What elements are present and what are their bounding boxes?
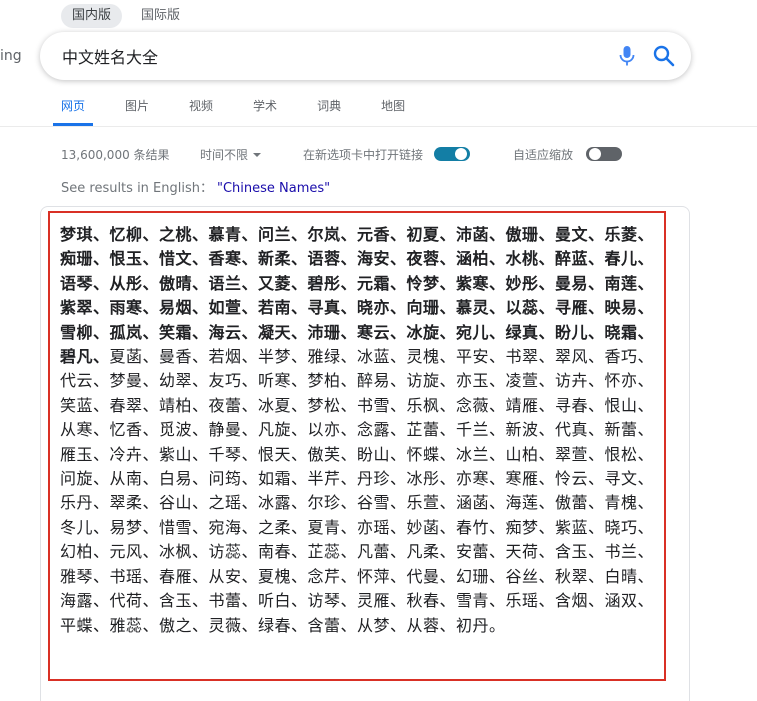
region-tabs: 国内版 国际版	[61, 4, 191, 28]
tab-dictionary[interactable]: 词典	[309, 89, 349, 126]
toggle-knob	[455, 148, 467, 160]
nav-divider	[0, 126, 757, 127]
answer-text: 梦琪、忆柳、之桃、慕青、问兰、尔岚、元香、初夏、沛菡、傲珊、曼文、乐菱、痴珊、恨…	[60, 223, 660, 638]
answer-normal-text: 夏菡、曼香、若烟、半梦、雅绿、冰蓝、灵槐、平安、书翠、翠风、香巧、代云、梦曼、幼…	[60, 347, 655, 635]
region-tab-international[interactable]: 国际版	[130, 4, 191, 28]
see-results-english: See results in English： "Chinese Names"	[61, 177, 330, 196]
logo[interactable]: ing	[0, 48, 22, 64]
result-count: 13,600,000 条结果	[61, 148, 170, 162]
adaptive-zoom-label: 自适应缩放	[513, 148, 574, 162]
tab-academic[interactable]: 学术	[245, 89, 285, 126]
tab-images[interactable]: 图片	[117, 89, 157, 126]
see-results-prefix: See results in English：	[61, 181, 213, 196]
search-nav: 网页 图片 视频 学术 词典 地图	[53, 89, 437, 126]
search-input[interactable]	[62, 46, 582, 65]
time-filter-label: 时间不限	[200, 148, 249, 162]
adaptive-zoom-toggle[interactable]	[586, 147, 622, 161]
time-filter-dropdown[interactable]: 时间不限	[200, 146, 262, 163]
search-box	[40, 32, 691, 80]
new-tab-toggle[interactable]	[434, 147, 470, 161]
microphone-icon[interactable]	[617, 45, 637, 67]
tab-web[interactable]: 网页	[53, 89, 94, 126]
answer-bold-text: 梦琪、忆柳、之桃、慕青、问兰、尔岚、元香、初夏、沛菡、傲珊、曼文、乐菱、痴珊、恨…	[60, 225, 655, 367]
caret-down-icon	[253, 153, 262, 157]
region-tab-domestic[interactable]: 国内版	[61, 4, 123, 28]
search-icon[interactable]	[652, 44, 676, 68]
tab-videos[interactable]: 视频	[181, 89, 221, 126]
toggle-knob	[589, 148, 601, 160]
see-results-link[interactable]: "Chinese Names"	[217, 181, 330, 196]
new-tab-label: 在新选项卡中打开链接	[303, 148, 424, 162]
tab-maps[interactable]: 地图	[373, 89, 413, 126]
